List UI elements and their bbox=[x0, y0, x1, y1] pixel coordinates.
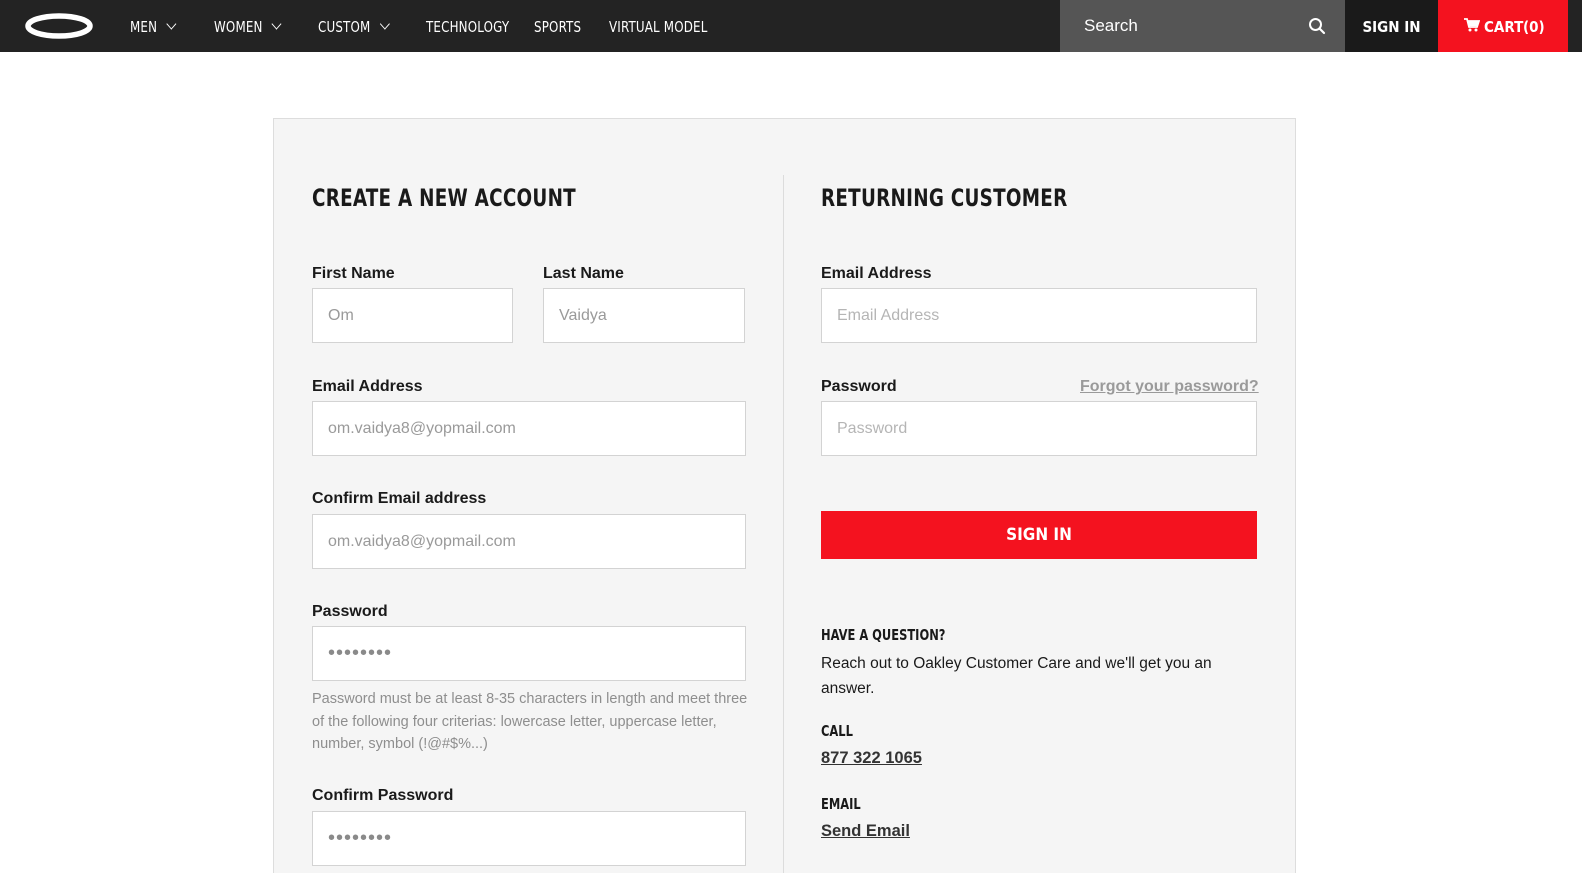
top-navigation-bar: MEN WOMEN CUSTOM TECHNOLOGY SPORTS VIRTU… bbox=[0, 0, 1582, 52]
nav-item-technology[interactable]: TECHNOLOGY bbox=[426, 0, 509, 52]
login-password-label: Password bbox=[821, 378, 897, 395]
confirm-password-field[interactable] bbox=[312, 811, 746, 866]
confirm-password-label: Confirm Password bbox=[312, 787, 454, 804]
search-icon[interactable] bbox=[1308, 17, 1326, 35]
sign-in-button[interactable]: SIGN IN bbox=[821, 511, 1257, 559]
send-email-link[interactable]: Send Email bbox=[821, 822, 910, 841]
chevron-down-icon bbox=[379, 18, 390, 30]
confirm-email-label: Confirm Email address bbox=[312, 490, 487, 507]
oakley-logo-icon[interactable] bbox=[24, 13, 94, 39]
chevron-down-icon bbox=[166, 18, 177, 30]
phone-link[interactable]: 877 322 1065 bbox=[821, 749, 922, 768]
nav-item-label: SPORTS bbox=[534, 18, 582, 36]
login-email-field[interactable] bbox=[821, 288, 1257, 343]
create-account-heading: CREATE A NEW ACCOUNT bbox=[312, 184, 576, 212]
help-heading: HAVE A QUESTION? bbox=[821, 626, 946, 644]
cart-button[interactable]: CART (0) bbox=[1438, 0, 1568, 52]
nav-item-label: MEN bbox=[130, 18, 158, 36]
confirm-email-field[interactable] bbox=[312, 514, 746, 569]
nav-sign-in-label: SIGN IN bbox=[1362, 18, 1421, 36]
nav-item-label: TECHNOLOGY bbox=[426, 18, 510, 36]
nav-item-virtual-model[interactable]: VIRTUAL MODEL bbox=[609, 0, 708, 52]
search-box[interactable] bbox=[1060, 0, 1345, 52]
first-name-field[interactable] bbox=[312, 288, 513, 343]
nav-sign-in-button[interactable]: SIGN IN bbox=[1345, 0, 1438, 52]
login-password-field[interactable] bbox=[821, 401, 1257, 456]
chevron-down-icon bbox=[271, 18, 282, 30]
returning-customer-heading: RETURNING CUSTOMER bbox=[821, 184, 1068, 212]
password-field[interactable] bbox=[312, 626, 746, 681]
password-hint: Password must be at least 8-35 character… bbox=[312, 691, 748, 752]
login-email-label: Email Address bbox=[821, 265, 932, 282]
forgot-password-link[interactable]: Forgot your password? bbox=[1080, 378, 1259, 396]
search-input[interactable] bbox=[1084, 15, 1304, 37]
call-heading: CALL bbox=[821, 722, 853, 740]
help-text: Reach out to Oakley Customer Care and we… bbox=[821, 655, 1212, 697]
email-heading: EMAIL bbox=[821, 795, 861, 813]
nav-item-custom[interactable]: CUSTOM bbox=[318, 0, 390, 52]
last-name-field[interactable] bbox=[543, 288, 745, 343]
email-label: Email Address bbox=[312, 378, 423, 395]
nav-item-men[interactable]: MEN bbox=[130, 0, 177, 52]
cart-icon bbox=[1464, 18, 1480, 32]
email-field[interactable] bbox=[312, 401, 746, 456]
nav-item-sports[interactable]: SPORTS bbox=[534, 0, 581, 52]
last-name-label: Last Name bbox=[543, 265, 624, 282]
first-name-label: First Name bbox=[312, 265, 395, 282]
nav-item-label: CUSTOM bbox=[318, 18, 371, 36]
column-divider bbox=[783, 175, 784, 873]
nav-item-label: WOMEN bbox=[214, 18, 263, 36]
cart-label: CART bbox=[1484, 18, 1524, 36]
nav-item-women[interactable]: WOMEN bbox=[214, 0, 282, 52]
cart-count: (0) bbox=[1523, 18, 1545, 36]
password-label: Password bbox=[312, 603, 388, 620]
nav-item-label: VIRTUAL MODEL bbox=[609, 18, 708, 36]
